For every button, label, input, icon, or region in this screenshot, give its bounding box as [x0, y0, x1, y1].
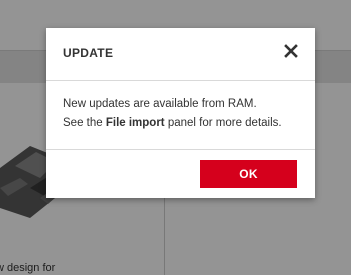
dialog-message-line-2: See the File import panel for more detai…: [63, 114, 308, 133]
close-icon[interactable]: [283, 43, 299, 59]
page: w design for UPDATE New updates are avai…: [0, 0, 351, 275]
dialog-message-line-1: New updates are available from RAM.: [63, 98, 257, 110]
dialog-header: UPDATE: [46, 28, 315, 81]
message-suffix: panel for more details.: [164, 117, 282, 129]
dialog-title: UPDATE: [63, 46, 114, 60]
file-import-label: File import: [105, 117, 165, 129]
dialog-message: New updates are available from RAM. See …: [63, 95, 308, 133]
dialog-footer-divider: [46, 149, 315, 150]
ok-button[interactable]: OK: [200, 160, 297, 188]
message-prefix: See the: [63, 117, 106, 129]
update-dialog: UPDATE New updates are available from RA…: [46, 28, 315, 198]
